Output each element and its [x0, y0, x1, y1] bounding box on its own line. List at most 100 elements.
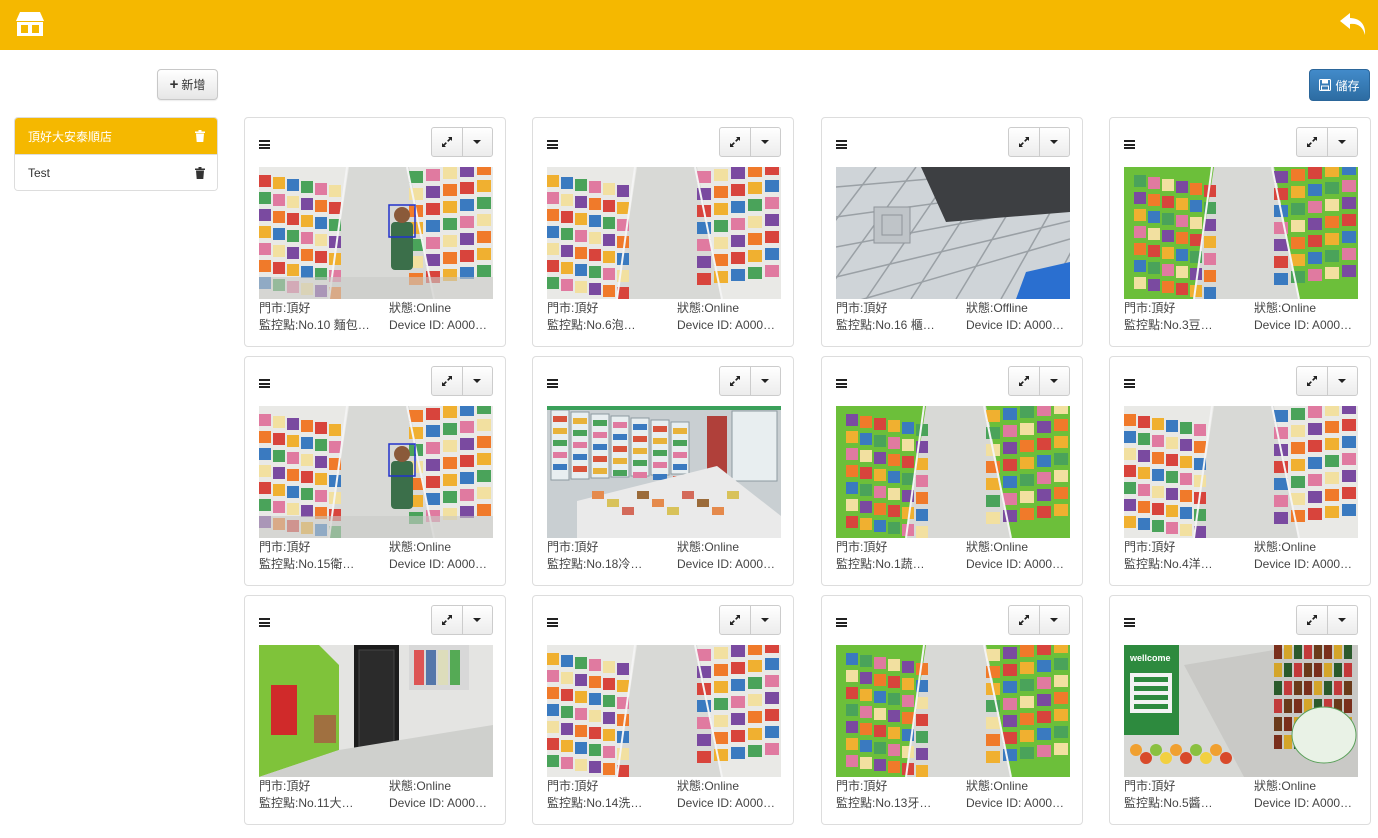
expand-button[interactable]: [720, 367, 750, 395]
camera-actions: [431, 605, 493, 635]
expand-icon: [441, 137, 452, 147]
camera-actions: [719, 605, 781, 635]
store-name: Test: [28, 165, 51, 180]
expand-button[interactable]: [1297, 606, 1327, 634]
expand-button[interactable]: [432, 128, 462, 156]
camera-point: 監控點:No.14洗…: [547, 796, 643, 810]
dropdown-button[interactable]: [1038, 128, 1070, 156]
hamburger-icon[interactable]: [259, 140, 270, 149]
hamburger-icon[interactable]: [547, 618, 558, 627]
camera-info: 門市:頂好 狀態:Online 監控點:No.4洋… Device ID: A0…: [1124, 539, 1358, 573]
store-item-active[interactable]: 頂好大安泰順店: [15, 118, 217, 154]
dropdown-button[interactable]: [749, 606, 781, 634]
svg-text:wellcome: wellcome: [1129, 653, 1171, 663]
camera-feed[interactable]: [1124, 406, 1358, 538]
expand-button[interactable]: [1297, 367, 1327, 395]
camera-actions: [1296, 366, 1358, 396]
dropdown-button[interactable]: [461, 128, 493, 156]
dropdown-button[interactable]: [749, 128, 781, 156]
camera-feed[interactable]: [547, 167, 781, 299]
hamburger-icon[interactable]: [1124, 140, 1135, 149]
expand-icon: [1018, 615, 1029, 625]
camera-point: 監控點:No.13牙…: [836, 796, 932, 810]
expand-button[interactable]: [720, 606, 750, 634]
camera-device-id: Device ID: A000…: [966, 796, 1065, 810]
camera-info: 門市:頂好 狀態:Online 監控點:No.10 麵包… Device ID:…: [259, 300, 493, 334]
dropdown-button[interactable]: [1038, 606, 1070, 634]
expand-button[interactable]: [1009, 128, 1039, 156]
camera-status: 狀態:Online: [966, 779, 1029, 793]
undo-arrow-icon[interactable]: [1338, 10, 1368, 38]
camera-feed[interactable]: [259, 167, 493, 299]
camera-card: wellcome 門市:頂好 狀態:Online 監控點:No.5醬… Devi…: [1109, 595, 1371, 825]
camera-info: 門市:頂好 狀態:Online 監控點:No.5醬… Device ID: A0…: [1124, 778, 1358, 812]
caret-down-icon: [761, 379, 770, 383]
camera-status: 狀態:Online: [389, 540, 452, 554]
camera-feed[interactable]: [836, 645, 1070, 777]
camera-store: 門市:頂好: [836, 540, 888, 554]
hamburger-icon[interactable]: [259, 618, 270, 627]
camera-feed[interactable]: [836, 406, 1070, 538]
camera-status: 狀態:Online: [389, 779, 452, 793]
store-item[interactable]: Test: [15, 154, 217, 190]
expand-button[interactable]: [432, 606, 462, 634]
hamburger-icon[interactable]: [259, 379, 270, 388]
camera-feed[interactable]: [547, 645, 781, 777]
camera-device-id: Device ID: A000…: [1254, 318, 1353, 332]
camera-feed[interactable]: wellcome: [1124, 645, 1358, 777]
camera-actions: [1008, 605, 1070, 635]
camera-card: 門市:頂好 狀態:Online 監控點:No.15衛… Device ID: A…: [244, 356, 506, 586]
camera-feed[interactable]: [259, 406, 493, 538]
save-button[interactable]: 儲存: [1309, 69, 1370, 101]
camera-info: 門市:頂好 狀態:Online 監控點:No.15衛… Device ID: A…: [259, 539, 493, 573]
camera-feed[interactable]: [1124, 167, 1358, 299]
camera-info: 門市:頂好 狀態:Online 監控點:No.1蔬… Device ID: A0…: [836, 539, 1070, 573]
camera-feed[interactable]: [836, 167, 1070, 299]
hamburger-icon[interactable]: [1124, 618, 1135, 627]
camera-store: 門市:頂好: [836, 779, 888, 793]
dropdown-button[interactable]: [1326, 128, 1358, 156]
caret-down-icon: [761, 140, 770, 144]
camera-store: 門市:頂好: [1124, 540, 1176, 554]
caret-down-icon: [473, 618, 482, 622]
camera-status: 狀態:Online: [1254, 540, 1317, 554]
expand-icon: [1306, 615, 1317, 625]
trash-icon[interactable]: [195, 130, 205, 142]
caret-down-icon: [1338, 618, 1347, 622]
expand-icon: [1018, 137, 1029, 147]
camera-feed[interactable]: [259, 645, 493, 777]
camera-status: 狀態:Online: [1254, 301, 1317, 315]
store-icon[interactable]: [14, 10, 46, 38]
dropdown-button[interactable]: [461, 606, 493, 634]
dropdown-button[interactable]: [1326, 367, 1358, 395]
hamburger-icon[interactable]: [836, 618, 847, 627]
dropdown-button[interactable]: [461, 367, 493, 395]
hamburger-icon[interactable]: [836, 140, 847, 149]
trash-icon[interactable]: [195, 166, 205, 179]
expand-button[interactable]: [1009, 606, 1039, 634]
save-button-label: 儲存: [1335, 78, 1360, 93]
expand-button[interactable]: [1009, 367, 1039, 395]
camera-store: 門市:頂好: [259, 540, 311, 554]
expand-button[interactable]: [1297, 128, 1327, 156]
dropdown-button[interactable]: [749, 367, 781, 395]
caret-down-icon: [473, 379, 482, 383]
camera-feed[interactable]: [547, 406, 781, 538]
camera-card: 門市:頂好 狀態:Online 監控點:No.13牙… Device ID: A…: [821, 595, 1083, 825]
camera-device-id: Device ID: A000…: [1254, 796, 1353, 810]
dropdown-button[interactable]: [1038, 367, 1070, 395]
caret-down-icon: [1338, 379, 1347, 383]
expand-icon: [1306, 376, 1317, 386]
camera-actions: [719, 127, 781, 157]
hamburger-icon[interactable]: [836, 379, 847, 388]
hamburger-icon[interactable]: [547, 140, 558, 149]
camera-card: 門市:頂好 狀態:Online 監控點:No.14洗… Device ID: A…: [532, 595, 794, 825]
add-store-button[interactable]: + 新增: [157, 69, 218, 100]
expand-button[interactable]: [432, 367, 462, 395]
hamburger-icon[interactable]: [547, 379, 558, 388]
camera-info: 門市:頂好 狀態:Online 監控點:No.13牙… Device ID: A…: [836, 778, 1070, 812]
dropdown-button[interactable]: [1326, 606, 1358, 634]
caret-down-icon: [1338, 140, 1347, 144]
hamburger-icon[interactable]: [1124, 379, 1135, 388]
expand-button[interactable]: [720, 128, 750, 156]
